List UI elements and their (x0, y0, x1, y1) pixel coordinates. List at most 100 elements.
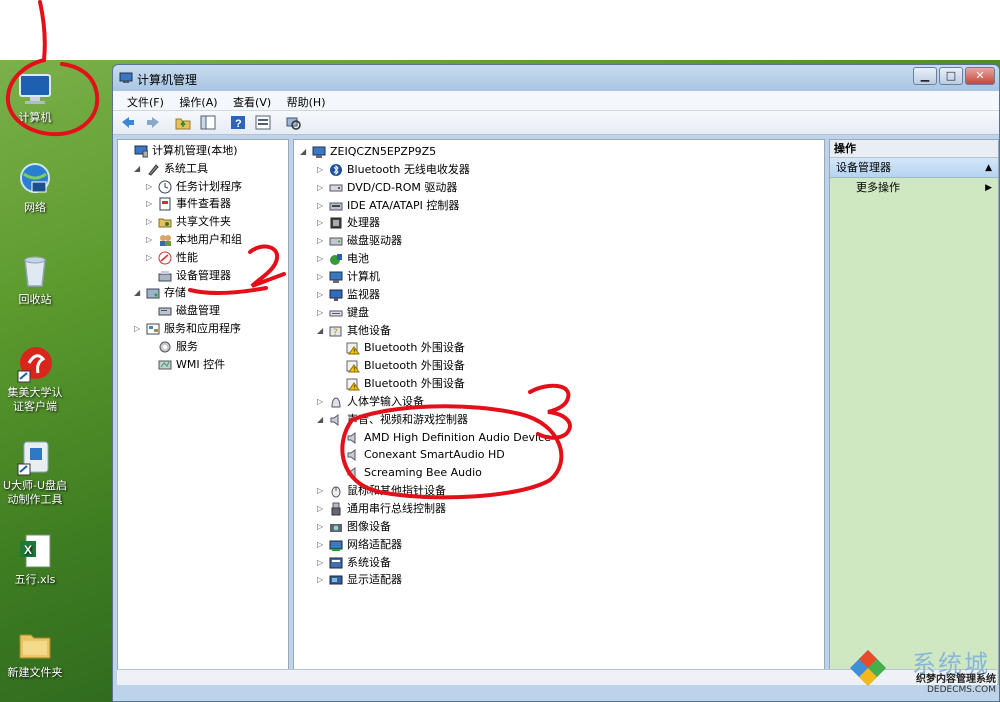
back-icon[interactable] (119, 114, 137, 131)
device-tree-row[interactable]: ▷ 鼠标和其他指针设备 (317, 482, 446, 500)
expand-triangle-icon[interactable]: ▷ (317, 268, 327, 286)
title-bar[interactable]: 计算机管理 ▁ □ ✕ (113, 65, 999, 91)
device-tree-row[interactable]: ! Bluetooth 外围设备 (334, 375, 465, 393)
expand-triangle-icon[interactable]: ▷ (146, 195, 156, 213)
desktop-icon-folder[interactable]: 新建文件夹 (0, 625, 70, 680)
expand-triangle-icon[interactable]: ▷ (317, 161, 327, 179)
expand-triangle-icon[interactable]: ▷ (146, 213, 156, 231)
expand-triangle-icon[interactable]: ▷ (317, 500, 327, 518)
actions-device-manager[interactable]: 设备管理器 ▲ (830, 158, 998, 178)
expand-triangle-icon[interactable]: ▷ (146, 249, 156, 267)
device-tree-row[interactable]: ▷ 图像设备 (317, 518, 391, 536)
device-tree-row[interactable]: ▷ DVD/CD-ROM 驱动器 (317, 179, 457, 197)
device-tree-row[interactable]: ▷ 键盘 (317, 304, 369, 322)
forward-icon[interactable] (144, 114, 162, 131)
scan-hardware-icon[interactable] (284, 114, 302, 131)
console-tree-row[interactable]: ▷ 事件查看器 (146, 195, 231, 213)
desktop-icon-excel[interactable]: X 五行.xls (0, 532, 70, 587)
device-tree-row[interactable]: Conexant SmartAudio HD (334, 446, 505, 464)
console-tree-row[interactable]: ◢ 存储 (134, 284, 186, 302)
up-folder-icon[interactable] (174, 114, 192, 131)
console-tree-pane[interactable]: 计算机管理(本地) ◢ 系统工具 ▷ 任务计划程序 ▷ 事件查看器 ▷ 共享文件夹 ▷ 本地用户和组… (117, 139, 289, 685)
collapse-triangle-icon[interactable]: ◢ (134, 160, 144, 178)
expand-triangle-icon[interactable]: ▷ (146, 231, 156, 249)
device-tree-row[interactable]: ▷ 监视器 (317, 286, 380, 304)
menu-file[interactable]: 文件(F) (121, 91, 170, 113)
device-tree-row[interactable]: ▷ IDE ATA/ATAPI 控制器 (317, 197, 459, 215)
menu-help[interactable]: 帮助(H) (281, 91, 332, 113)
device-tree-row[interactable]: Screaming Bee Audio (334, 464, 482, 482)
console-tree-row[interactable]: 磁盘管理 (146, 302, 220, 320)
actions-pane: 操作 设备管理器 ▲ 更多操作 ▶ (829, 139, 999, 685)
console-tree-row[interactable]: ◢ 系统工具 (134, 160, 208, 178)
expand-triangle-icon[interactable]: ▷ (317, 179, 327, 197)
device-tree-row[interactable]: ▷ Bluetooth 无线电收发器 (317, 161, 470, 179)
console-tree-row[interactable]: 设备管理器 (146, 267, 231, 285)
device-tree-label: 人体学输入设备 (347, 394, 424, 408)
desktop-icon-usb-tool[interactable]: U大师-U盘启 动制作工具 (0, 438, 70, 507)
collapse-arrow-icon[interactable]: ▲ (985, 158, 992, 178)
console-tree-row[interactable]: ▷ 共享文件夹 (146, 213, 231, 231)
expand-triangle-icon[interactable]: ▷ (317, 554, 327, 572)
desktop-icon-client[interactable]: 集美大学认 证客户端 (0, 345, 70, 414)
collapse-triangle-icon[interactable]: ◢ (134, 284, 144, 302)
expand-triangle-icon[interactable]: ▷ (317, 250, 327, 268)
expand-triangle-icon[interactable]: ▷ (317, 482, 327, 500)
device-tree-row[interactable]: ◢ ZEIQCZN5EPZP9Z5 (300, 143, 436, 161)
console-tree-row[interactable]: ▷ 本地用户和组 (146, 231, 242, 249)
expand-triangle-icon[interactable]: ▷ (317, 518, 327, 536)
console-tree-row[interactable]: ▷ 性能 (146, 249, 198, 267)
expand-triangle-icon[interactable]: ▷ (317, 536, 327, 554)
console-tree-row[interactable]: ▷ 服务和应用程序 (134, 320, 241, 338)
collapse-triangle-icon[interactable]: ◢ (317, 322, 327, 340)
device-tree-row[interactable]: ▷ 人体学输入设备 (317, 393, 424, 411)
console-tree-row[interactable]: WMI 控件 (146, 356, 225, 374)
device-tree-row[interactable]: ◢ 声音、视频和游戏控制器 (317, 411, 468, 429)
close-button[interactable]: ✕ (965, 67, 995, 85)
expand-triangle-icon[interactable]: ▷ (146, 178, 156, 196)
device-manager-pane[interactable]: ◢ ZEIQCZN5EPZP9Z5 ▷ Bluetooth 无线电收发器 ▷ DVD/CD… (293, 139, 825, 685)
svg-text:?: ? (333, 328, 338, 338)
expand-triangle-icon[interactable]: ▷ (317, 232, 327, 250)
expand-triangle-icon[interactable]: ▷ (317, 286, 327, 304)
device-tree-row[interactable]: ! Bluetooth 外围设备 (334, 339, 465, 357)
collapse-triangle-icon[interactable]: ◢ (317, 411, 327, 429)
expand-triangle-icon[interactable]: ▷ (317, 304, 327, 322)
device-tree-row[interactable]: ▷ 系统设备 (317, 554, 391, 572)
console-tree-row[interactable]: ▷ 任务计划程序 (146, 178, 242, 196)
console-tree-row[interactable]: 服务 (146, 338, 198, 356)
desktop-icon-computer[interactable]: 计算机 (0, 70, 70, 125)
device-tree-row[interactable]: ▷ 计算机 (317, 268, 380, 286)
desktop-icon-recycle-bin[interactable]: 回收站 (0, 252, 70, 307)
maximize-button[interactable]: □ (939, 67, 963, 85)
device-tree-row[interactable]: ▷ 处理器 (317, 214, 380, 232)
device-tree-row[interactable]: ▷ 磁盘驱动器 (317, 232, 402, 250)
minimize-button[interactable]: ▁ (913, 67, 937, 85)
expand-triangle-icon[interactable]: ▷ (317, 197, 327, 215)
properties-icon[interactable] (254, 114, 272, 131)
usb-tool-icon (16, 438, 54, 476)
expand-triangle-icon[interactable]: ▷ (317, 393, 327, 411)
expand-triangle-icon[interactable]: ▷ (317, 214, 327, 232)
desktop-icon-network[interactable]: 网络 (0, 160, 70, 215)
device-tree-row[interactable]: ▷ 通用串行总线控制器 (317, 500, 446, 518)
watermark-line1: 织梦内容管理系统 (916, 674, 996, 685)
menu-view[interactable]: 查看(V) (227, 91, 277, 113)
device-tree-row[interactable]: ▷ 电池 (317, 250, 369, 268)
device-tree-row[interactable]: ◢? 其他设备 (317, 322, 391, 340)
help-icon[interactable]: ? (229, 114, 247, 131)
device-tree-row[interactable]: ▷ 网络适配器 (317, 536, 402, 554)
show-hide-tree-icon[interactable] (199, 114, 217, 131)
more-actions-item[interactable]: 更多操作 ▶ (830, 178, 998, 198)
collapse-triangle-icon[interactable]: ◢ (300, 143, 310, 161)
device-tree-row[interactable]: ▷ 显示适配器 (317, 571, 402, 589)
keyboard-icon (329, 306, 343, 320)
expand-triangle-icon[interactable]: ▷ (134, 320, 144, 338)
menu-action[interactable]: 操作(A) (173, 91, 223, 113)
expand-triangle-icon[interactable]: ▷ (317, 571, 327, 589)
speaker-icon (329, 413, 343, 427)
disk-drive-icon (329, 234, 343, 248)
device-tree-row[interactable]: AMD High Definition Audio Device (334, 429, 551, 447)
console-tree-row[interactable]: 计算机管理(本地) (122, 142, 238, 160)
device-tree-row[interactable]: ! Bluetooth 外围设备 (334, 357, 465, 375)
